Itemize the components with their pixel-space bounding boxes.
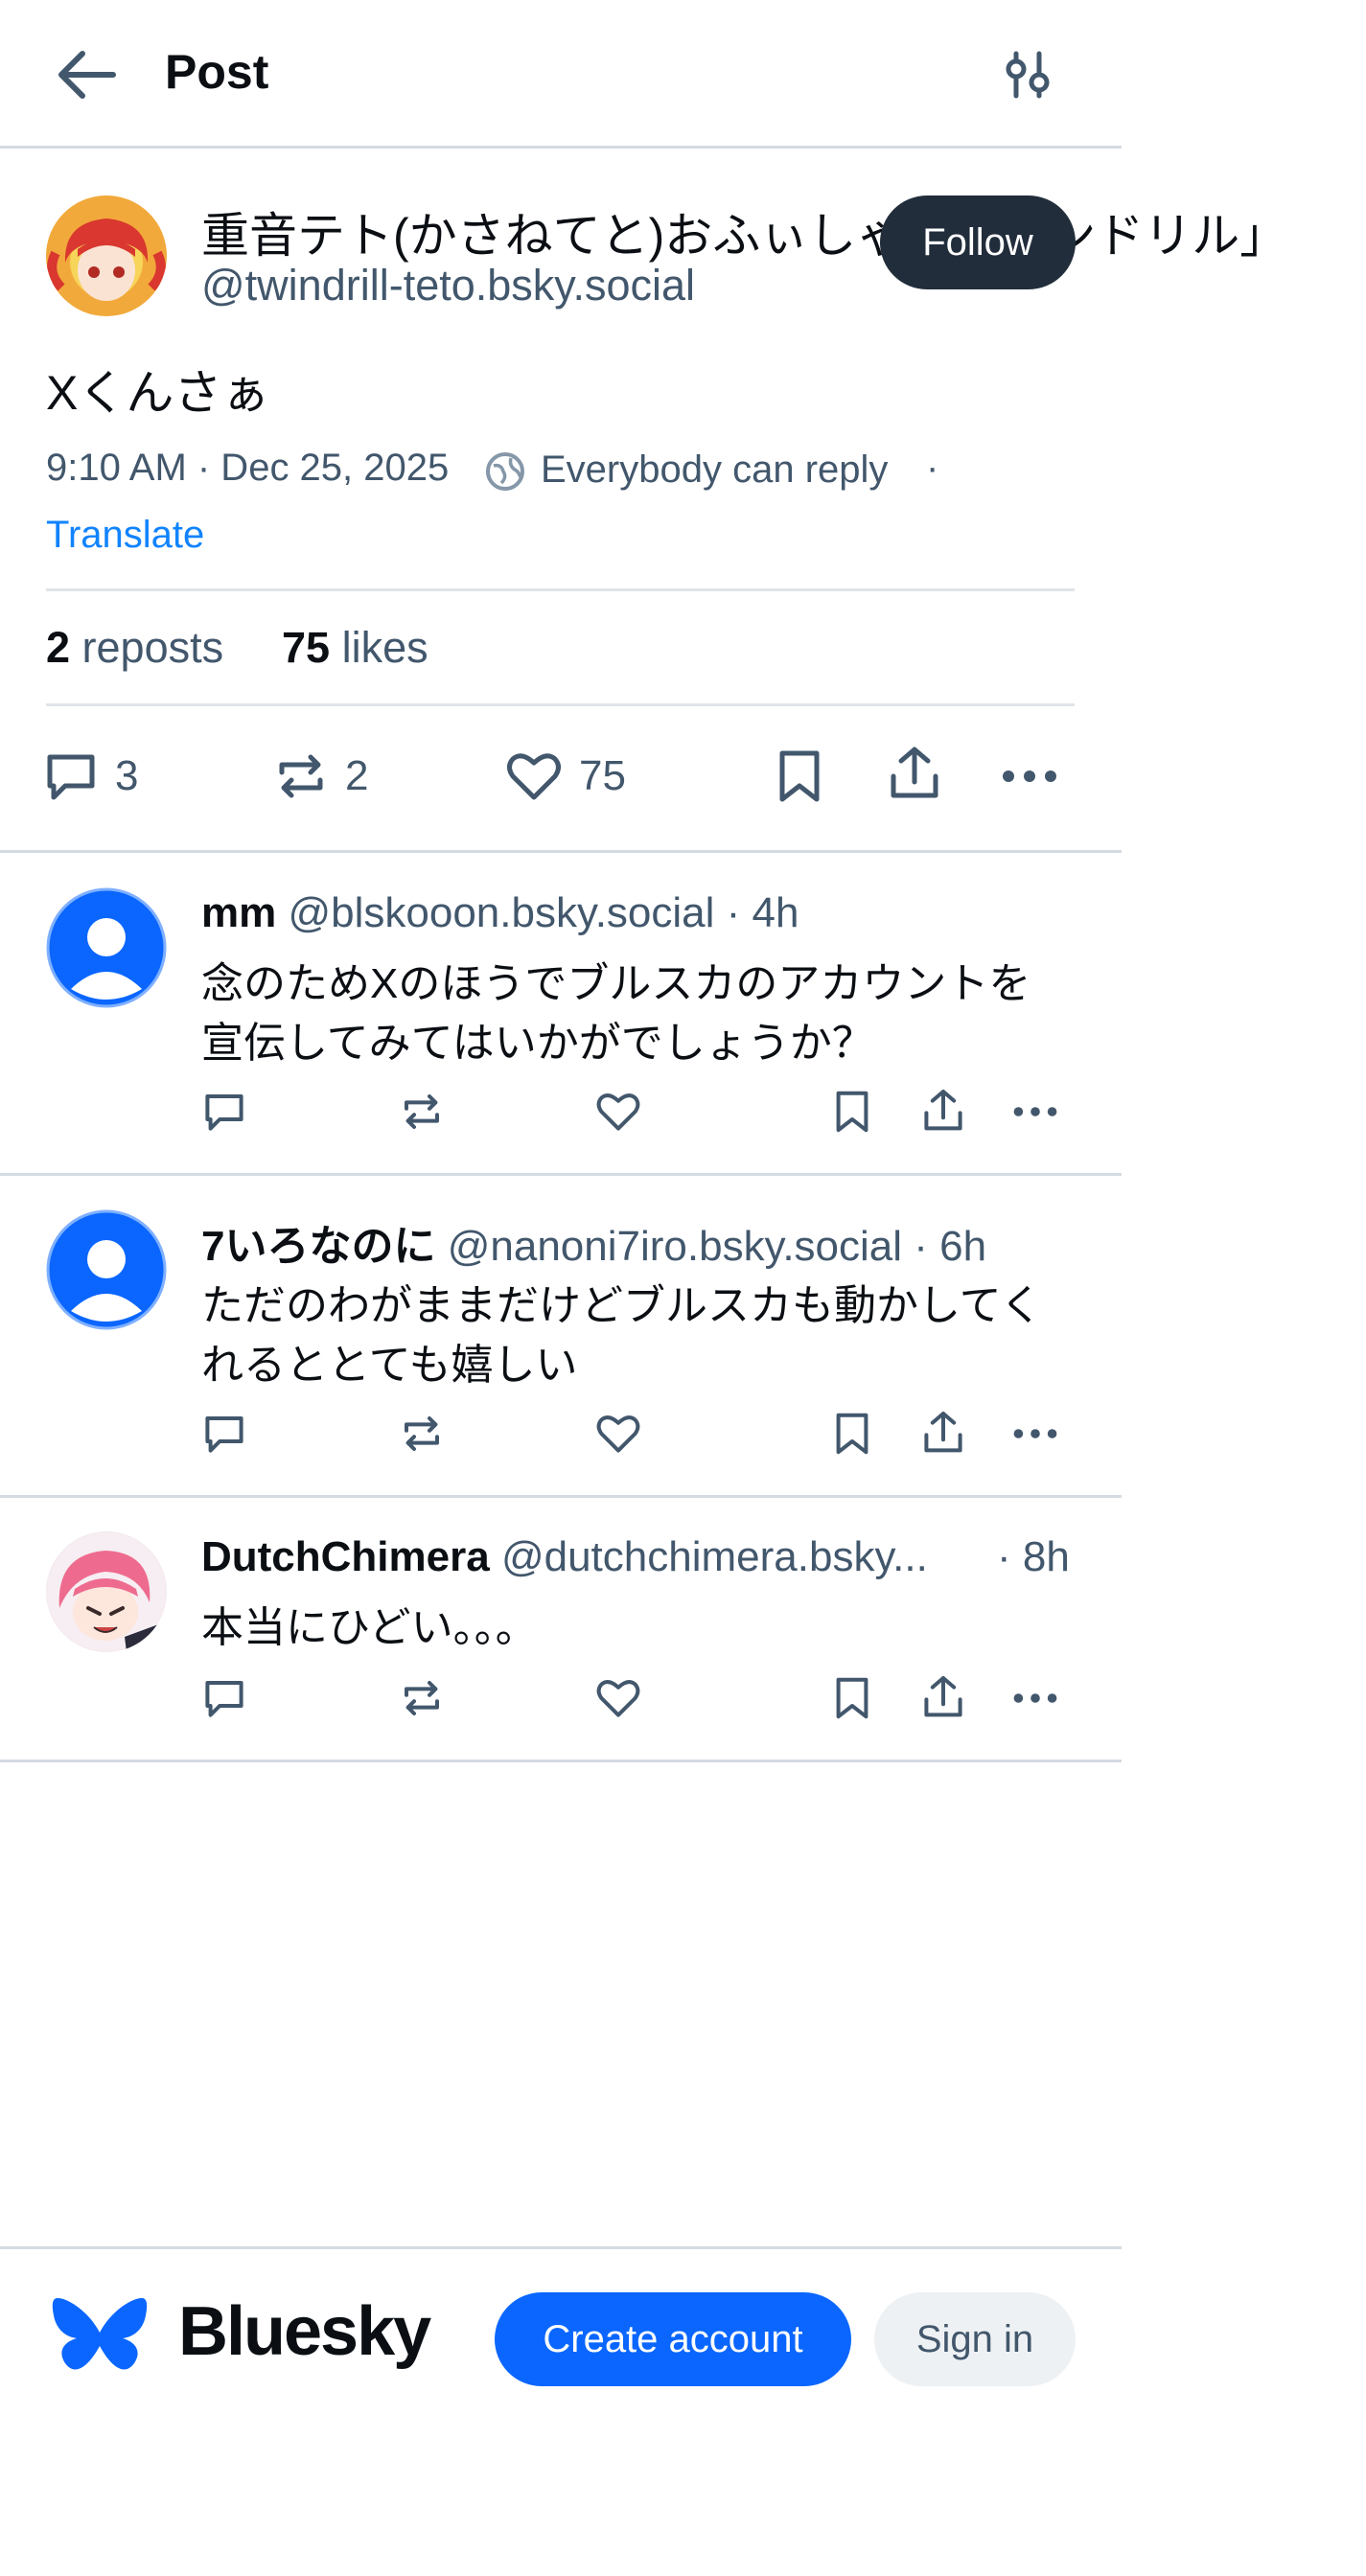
reply-divider — [0, 1173, 1122, 1176]
reply-author-handle: @blskooon.bsky.social — [288, 889, 715, 936]
reply-text-line-2: 宣伝してみてはいかがでしょうか？ — [201, 1020, 874, 1067]
likes-label: likes — [341, 623, 428, 672]
bookmark-icon[interactable] — [775, 748, 824, 805]
repost-button[interactable]: 2 — [272, 748, 368, 805]
post-divider — [0, 850, 1122, 853]
reply-author-handle: @dutchchimera.bsky... — [500, 1533, 928, 1580]
reply-header[interactable]: mm @blskooon.bsky.social · 4h — [201, 889, 799, 937]
reply-text-line-1: ただのわがままだけどブルスカも動かしてく — [201, 1282, 1043, 1329]
translate-link[interactable]: Translate — [46, 514, 204, 557]
heart-icon — [507, 753, 561, 800]
heart-icon[interactable] — [594, 1675, 642, 1721]
like-count: 75 — [579, 752, 626, 799]
reply-icon — [47, 754, 95, 800]
reply-author-name: 7いろなのに — [201, 1223, 436, 1270]
repost-icon[interactable] — [399, 1089, 445, 1135]
reply-author-name: DutchChimera — [201, 1533, 490, 1580]
reply-text-line-1: 本当にひどい。。。 — [201, 1604, 538, 1651]
share-icon[interactable] — [920, 1087, 966, 1135]
reply-avatar[interactable] — [46, 1209, 167, 1330]
more-options-icon[interactable] — [1001, 767, 1058, 786]
bookmark-icon[interactable] — [832, 1675, 872, 1721]
repost-icon[interactable] — [399, 1411, 445, 1457]
reply-icon[interactable] — [201, 1411, 247, 1457]
author-avatar[interactable] — [46, 196, 167, 316]
author-handle[interactable]: @twindrill-teto.bsky.social — [201, 261, 695, 310]
footer-divider — [0, 2246, 1122, 2249]
likes-count: 75 — [282, 623, 331, 672]
share-icon[interactable] — [920, 1409, 966, 1457]
reply-time: · 8h — [997, 1533, 1070, 1580]
more-options-icon[interactable] — [1012, 1104, 1058, 1119]
post-text: Xくんさぁ — [46, 366, 270, 420]
back-arrow-icon[interactable] — [56, 48, 117, 102]
repost-icon — [279, 754, 323, 798]
bookmark-icon[interactable] — [832, 1089, 872, 1135]
likes-stat[interactable]: 75 likes — [282, 623, 428, 673]
bookmark-icon[interactable] — [832, 1411, 872, 1457]
reply-header[interactable]: DutchChimera @dutchchimera.bsky... — [201, 1533, 928, 1581]
author-name[interactable]: 重音テト(かさねてと)おふぃしゃ「ツインドリル」 — [201, 197, 1287, 266]
like-button[interactable]: 75 — [504, 748, 626, 805]
heart-icon[interactable] — [594, 1411, 642, 1457]
page-title: Post — [165, 45, 269, 99]
reposts-count: 2 — [46, 623, 71, 672]
bluesky-butterfly-icon — [52, 2294, 148, 2382]
reply-button[interactable]: 3 — [42, 748, 138, 805]
post-timestamp[interactable]: 9:10 AM · Dec 25, 2025 — [46, 447, 449, 490]
create-account-button[interactable]: Create account — [495, 2292, 851, 2386]
heart-icon[interactable] — [594, 1089, 642, 1135]
stats-divider-bottom — [46, 703, 1075, 706]
reply-time: · 4h — [726, 889, 799, 936]
reply-avatar[interactable] — [46, 887, 167, 1008]
reply-author-name: mm — [201, 889, 277, 936]
reply-icon[interactable] — [201, 1675, 247, 1721]
reply-icon[interactable] — [201, 1089, 247, 1135]
repost-count: 2 — [345, 752, 369, 799]
reply-header[interactable]: 7いろなのに @nanoni7iro.bsky.social · 6h — [201, 1211, 986, 1273]
reply-avatar[interactable] — [46, 1531, 167, 1652]
sign-in-button[interactable]: Sign in — [874, 2292, 1076, 2386]
header-divider — [0, 146, 1122, 149]
reposts-label: reposts — [81, 623, 224, 672]
more-options-icon[interactable] — [1012, 1690, 1058, 1706]
follow-button[interactable]: Follow — [880, 196, 1076, 289]
meta-separator: · — [926, 447, 939, 489]
reply-author-handle: @nanoni7iro.bsky.social — [447, 1223, 903, 1270]
reposts-stat[interactable]: 2 reposts — [46, 623, 223, 673]
thread-settings-icon[interactable] — [1005, 50, 1053, 100]
more-options-icon[interactable] — [1012, 1426, 1058, 1441]
app-root: Post 重音テト(かさねてと)おふぃしゃ「ツインドリル」 @twindrill… — [0, 0, 1287, 2576]
reply-divider — [0, 1495, 1122, 1498]
reply-divider — [0, 1760, 1122, 1762]
reply-setting[interactable]: Everybody can reply — [541, 448, 888, 492]
share-icon[interactable] — [886, 744, 943, 803]
share-icon[interactable] — [920, 1673, 966, 1721]
brand-name: Bluesky — [178, 2293, 431, 2370]
reply-text-line-2: れるととても嬉しい — [201, 1342, 578, 1389]
globe-icon — [484, 450, 526, 493]
reply-time: · 6h — [914, 1223, 987, 1270]
repost-icon[interactable] — [399, 1675, 445, 1721]
reply-text-line-1: 念のためXのほうでブルスカのアカウントを — [201, 960, 1031, 1007]
reply-count: 3 — [115, 752, 139, 799]
stats-divider-top — [46, 588, 1075, 591]
